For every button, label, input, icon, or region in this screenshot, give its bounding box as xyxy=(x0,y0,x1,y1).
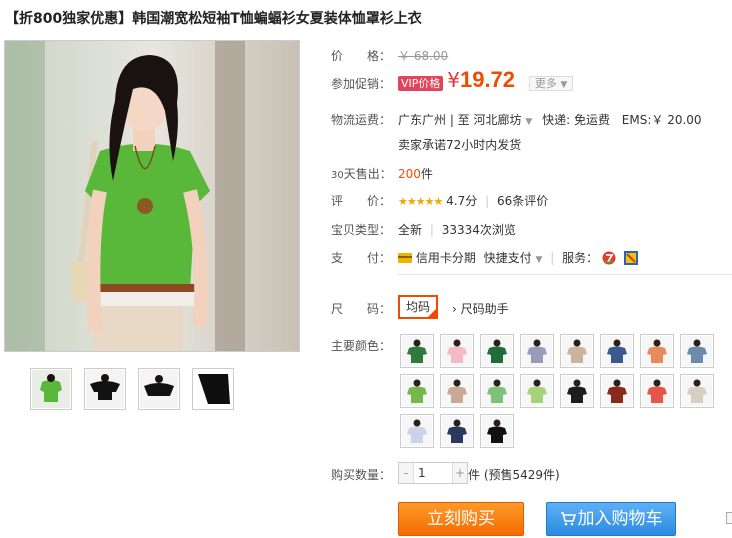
guarantee-icon[interactable] xyxy=(623,251,638,265)
more-promos-button[interactable]: 更多 ▼ xyxy=(528,76,574,91)
color-swatch[interactable] xyxy=(640,334,674,368)
vip-badge: VIP价格 xyxy=(398,76,444,91)
color-swatch[interactable] xyxy=(440,414,474,448)
check-corner-icon xyxy=(428,309,436,317)
seven-day-return-icon[interactable] xyxy=(602,251,616,265)
quantity-increase-button[interactable]: + xyxy=(453,463,467,483)
current-price-row: VIP价格 ¥19.72 更多 ▼ xyxy=(398,67,574,93)
sales-unit: 件 xyxy=(420,167,433,181)
divider xyxy=(398,274,732,275)
rating-stars-icon: ★★★★★ xyxy=(398,195,443,208)
color-swatch[interactable] xyxy=(440,374,474,408)
shipping-info: 广东广州 | 至 河北廊坊 ▼ 快递: 免运费 EMS:￥ 20.00 xyxy=(398,111,702,128)
quantity-stepper: - 1 + xyxy=(398,462,468,484)
condition: 全新 xyxy=(398,223,423,237)
size-helper-link[interactable]: › 尺码助手 xyxy=(452,300,509,317)
color-swatch[interactable] xyxy=(400,334,434,368)
rating-label: 评 价： xyxy=(331,194,392,208)
payment-label: 支 付： xyxy=(331,251,392,265)
view-count: 33334次浏览 xyxy=(441,223,516,237)
color-swatch[interactable] xyxy=(680,334,714,368)
credit-installment-link[interactable]: 信用卡分期 xyxy=(416,251,476,265)
shipping-from: 广东广州 | 至 xyxy=(398,113,470,127)
color-swatch[interactable] xyxy=(480,334,514,368)
review-count-link[interactable]: 66条评价 xyxy=(497,194,548,208)
size-label: 尺 码： xyxy=(331,302,392,316)
shipping-label: 物流运费： xyxy=(331,113,392,127)
color-swatch[interactable] xyxy=(640,374,674,408)
service-label: 服务： xyxy=(562,251,599,265)
ems-fee: EMS:￥ 20.00 xyxy=(621,113,702,127)
thumbnail-3[interactable] xyxy=(138,368,180,410)
color-swatch[interactable] xyxy=(520,334,554,368)
quantity-note: 件 (预售5429件) xyxy=(468,468,560,482)
chevron-down-icon: ▼ xyxy=(560,80,568,90)
color-swatch[interactable] xyxy=(480,414,514,448)
thumbnail-1[interactable] xyxy=(30,368,72,410)
side-tab[interactable] xyxy=(726,512,732,524)
current-price: 19.72 xyxy=(459,67,516,92)
color-swatch[interactable] xyxy=(440,334,474,368)
type-label: 宝贝类型： xyxy=(331,223,392,237)
color-label: 主要颜色： xyxy=(331,339,392,353)
express-fee: 快递: 免运费 xyxy=(542,113,610,127)
product-title: 【折800独家优惠】韩国潮宽松短袖T恤蝙蝠衫女夏装体恤罩衫上衣 xyxy=(5,11,422,27)
quantity-decrease-button[interactable]: - xyxy=(399,463,413,483)
color-swatch[interactable] xyxy=(520,374,554,408)
rating-score: 4.7分 xyxy=(446,194,478,208)
add-to-cart-button[interactable]: 加入购物车 xyxy=(546,502,676,536)
quantity-label: 购买数量： xyxy=(331,468,392,482)
credit-card-icon xyxy=(398,253,412,263)
currency-symbol: ¥ xyxy=(447,68,460,92)
sales-value: 200 xyxy=(398,167,421,181)
sales-label: 30天售出： xyxy=(331,167,392,181)
shipping-destination[interactable]: 河北廊坊 ▼ xyxy=(474,113,533,127)
color-swatch[interactable] xyxy=(600,374,634,408)
color-swatch[interactable] xyxy=(600,334,634,368)
size-option-selected[interactable]: 均码 xyxy=(398,295,438,319)
color-swatch[interactable] xyxy=(400,374,434,408)
cart-icon xyxy=(560,512,576,526)
buy-now-button[interactable]: 立刻购买 xyxy=(398,502,524,536)
quantity-input[interactable]: 1 xyxy=(413,463,453,483)
color-swatch[interactable] xyxy=(680,374,714,408)
original-price: ￥ 68.00 xyxy=(398,47,448,64)
chevron-down-icon: ▼ xyxy=(525,117,533,127)
type-info: 全新 | 33334次浏览 xyxy=(398,223,516,237)
payment-options: 信用卡分期 快捷支付 ▼ | 服务： xyxy=(398,249,638,266)
thumbnail-2[interactable] xyxy=(84,368,126,410)
promo-label: 参加促销： xyxy=(331,77,392,91)
add-to-cart-label: 加入购物车 xyxy=(577,509,663,529)
delivery-promise: 卖家承诺72小时内发货 xyxy=(398,138,522,152)
sales-count: 200件 xyxy=(398,165,433,182)
quick-pay-link[interactable]: 快捷支付 xyxy=(484,251,532,265)
main-product-image[interactable] xyxy=(4,40,300,352)
color-swatch[interactable] xyxy=(560,334,594,368)
thumbnail-4[interactable] xyxy=(192,368,234,410)
original-price-value: ￥ 68.00 xyxy=(398,49,449,63)
rating-info: ★★★★★ 4.7分 | 66条评价 xyxy=(398,194,549,208)
color-swatch[interactable] xyxy=(480,374,514,408)
chevron-right-icon: › xyxy=(452,302,457,316)
color-swatch[interactable] xyxy=(400,414,434,448)
price-label: 价 格： xyxy=(331,49,392,63)
color-swatch[interactable] xyxy=(560,374,594,408)
chevron-down-icon[interactable]: ▼ xyxy=(536,255,543,265)
